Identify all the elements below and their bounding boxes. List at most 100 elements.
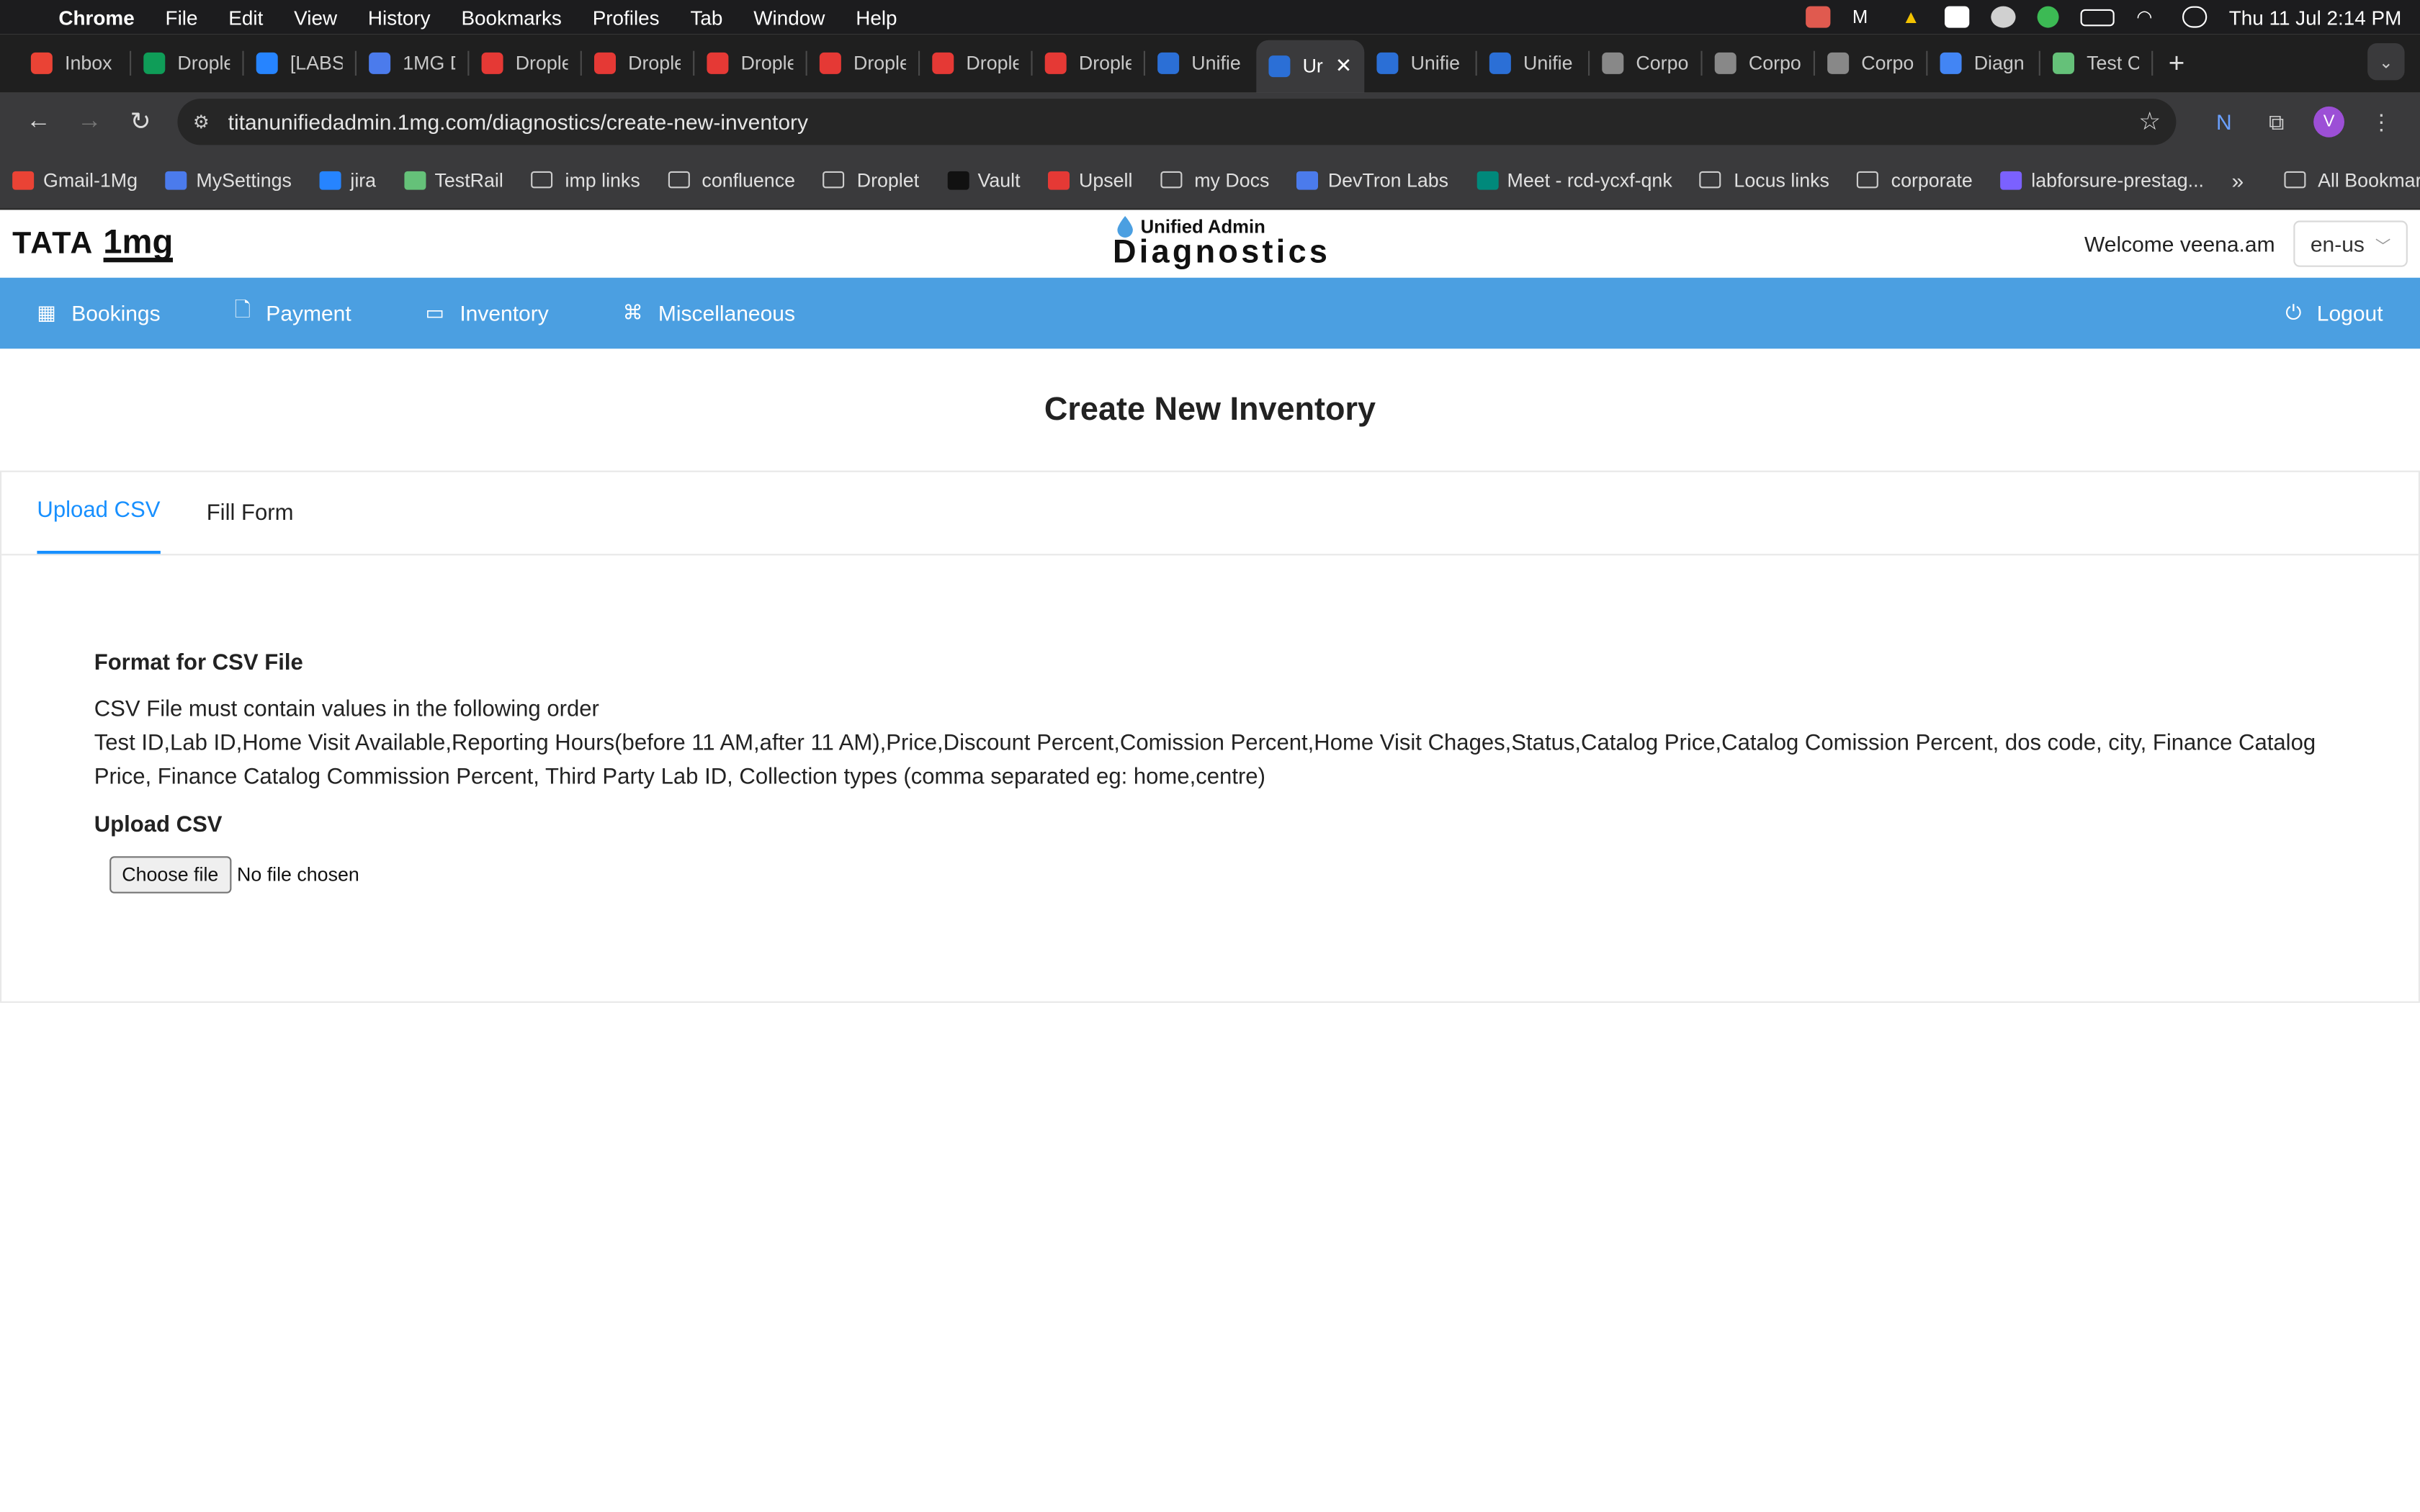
menu-edit[interactable]: Edit — [228, 6, 263, 29]
menu-history[interactable]: History — [368, 6, 431, 29]
menu-view[interactable]: View — [294, 6, 337, 29]
bookmark-folder[interactable]: my Docs — [1160, 169, 1269, 191]
wifi-icon[interactable]: ◠ — [2136, 6, 2161, 28]
browser-tab[interactable]: Unifie — [1145, 40, 1256, 86]
language-select[interactable]: en-us ﹀ — [2293, 220, 2408, 267]
browser-tab[interactable]: Corpo — [1815, 40, 1926, 86]
new-tab-button[interactable]: + — [2169, 47, 2185, 79]
bookmark-star-icon[interactable]: ☆ — [2138, 107, 2161, 138]
inventory-icon: ▭ — [425, 300, 444, 324]
w-tray-icon[interactable] — [1945, 6, 1970, 28]
browser-tab[interactable]: Unifie — [1477, 40, 1588, 86]
menu-bookmarks[interactable]: Bookmarks — [461, 6, 561, 29]
bookmark-link[interactable]: labforsure-prestag... — [2000, 169, 2204, 191]
format-intro: CSV File must contain values in the foll… — [94, 697, 599, 722]
file-input[interactable]: Choose file No file chosen — [94, 856, 2326, 894]
address-bar[interactable]: ⚙ titanunifiedadmin.1mg.com/diagnostics/… — [177, 99, 2177, 145]
all-bookmarks-folder[interactable]: All Bookmarks — [2283, 169, 2420, 191]
browser-tab[interactable]: Diagn — [1927, 40, 2038, 86]
browser-tab[interactable]: Ur ✕ — [1256, 40, 1365, 93]
browser-tab[interactable]: Unifie — [1364, 40, 1475, 86]
browser-tab[interactable]: Corpo — [1703, 40, 1814, 86]
browser-tab[interactable]: Drople — [807, 40, 918, 86]
tata-1mg-logo[interactable]: TATA 1mg — [12, 224, 174, 262]
corp-icon — [1602, 52, 1624, 74]
browser-tab[interactable]: Drople — [469, 40, 580, 86]
tab-search-chevron-icon[interactable]: ⌄ — [2367, 43, 2405, 81]
nav-bookings[interactable]: ▦ Bookings — [37, 301, 160, 325]
bookmark-folder[interactable]: corporate — [1857, 169, 1973, 191]
app-header: TATA 1mg Unified Admin Diagnostics Welco… — [0, 210, 2420, 277]
warning-tray-icon[interactable]: ▲ — [1902, 6, 1924, 28]
nav-logout[interactable]: ⏻ Logout — [2285, 301, 2383, 325]
tab-fill-form[interactable]: Fill Form — [207, 501, 294, 554]
menubar-datetime[interactable]: Thu 11 Jul 2:14 PM — [2229, 6, 2401, 29]
browser-tab[interactable]: Drople — [1033, 40, 1144, 86]
bookmark-link[interactable]: Upsell — [1048, 169, 1132, 191]
bookmark-label: Upsell — [1079, 168, 1133, 191]
bookmark-link[interactable]: Meet - rcd-ycxf-qnk — [1476, 169, 1672, 191]
bookmark-link[interactable]: Vault — [946, 169, 1021, 191]
ua-icon — [1376, 52, 1399, 74]
menu-help[interactable]: Help — [856, 6, 897, 29]
bookmark-link[interactable]: DevTron Labs — [1296, 169, 1448, 191]
bookmark-folder[interactable]: Locus links — [1700, 169, 1829, 191]
menu-window[interactable]: Window — [753, 6, 825, 29]
chrome-menu-icon[interactable]: ⋮ — [2358, 99, 2404, 145]
close-tab-icon[interactable]: ✕ — [1335, 54, 1352, 78]
menu-file[interactable]: File — [166, 6, 198, 29]
profile-avatar: V — [2313, 106, 2344, 138]
reload-icon[interactable]: ↻ — [117, 99, 163, 145]
choose-file-button[interactable]: Choose file — [109, 856, 231, 894]
control-center-icon[interactable] — [2182, 6, 2208, 28]
droplet-icon — [594, 52, 616, 74]
profile-avatar-button[interactable]: V — [2305, 99, 2352, 145]
nav-inventory[interactable]: ▭ Inventory — [426, 301, 549, 325]
browser-toolbar: ← → ↻ ⚙ titanunifiedadmin.1mg.com/diagno… — [0, 92, 2420, 151]
welcome-text: Welcome veena.am — [2084, 231, 2275, 256]
bookmark-link[interactable]: Gmail-1Mg — [12, 169, 138, 191]
browser-tab[interactable]: Drople — [694, 40, 805, 86]
tab-upload-csv[interactable]: Upload CSV — [37, 498, 161, 554]
browser-tab[interactable]: Corpo — [1590, 40, 1700, 86]
jira-icon — [256, 52, 278, 74]
tab-label: Unifie — [1523, 52, 1573, 74]
elephant-tray-icon[interactable] — [1991, 6, 2017, 28]
back-arrow-icon[interactable]: ← — [15, 99, 61, 145]
forward-arrow-icon[interactable]: → — [66, 99, 112, 145]
menu-app-name[interactable]: Chrome — [58, 6, 134, 29]
url-text[interactable]: titanunifiedadmin.1mg.com/diagnostics/cr… — [228, 109, 2139, 134]
calendar-tray-icon[interactable] — [1806, 6, 1831, 28]
bookmark-folder[interactable]: Droplet — [823, 169, 919, 191]
nav-miscellaneous[interactable]: ⌘ Miscellaneous — [623, 301, 795, 325]
menu-tab[interactable]: Tab — [690, 6, 722, 29]
browser-tab[interactable]: Drople — [582, 40, 693, 86]
browser-tab[interactable]: Drople — [920, 40, 1031, 86]
more-bookmarks-icon[interactable]: » — [2232, 168, 2244, 192]
browser-tab[interactable]: 1MG D — [357, 40, 467, 86]
nav-payment[interactable]: 🗋 Payment — [234, 296, 351, 330]
bookmark-link[interactable]: MySettings — [165, 169, 292, 191]
nav-payment-label: Payment — [266, 300, 351, 326]
bookmark-folder[interactable]: confluence — [668, 169, 795, 191]
tab-label: [LABS — [290, 52, 343, 74]
bookmark-folder[interactable]: imp links — [531, 169, 640, 191]
site-settings-icon[interactable]: ⚙ — [193, 111, 210, 132]
browser-tab[interactable]: [LABS — [244, 40, 355, 86]
tab-label: Drople — [628, 52, 681, 74]
corp-icon — [1714, 52, 1736, 74]
bookmark-label: jira — [350, 168, 377, 191]
browser-tab[interactable]: Inbox — [19, 40, 130, 86]
tab-label: 1MG D — [403, 52, 455, 74]
menubar-tray: M ▲ ◠ Thu 11 Jul 2:14 PM — [1806, 6, 2401, 29]
bookmark-link[interactable]: TestRail — [403, 169, 503, 191]
browser-tab[interactable]: Drople — [131, 40, 242, 86]
grammarly-tray-icon[interactable] — [2038, 6, 2060, 28]
extension-n-icon[interactable]: N — [2201, 99, 2247, 145]
m-tray-icon[interactable]: M — [1852, 6, 1881, 28]
menu-profiles[interactable]: Profiles — [593, 6, 660, 29]
extensions-puzzle-icon[interactable]: ⧉ — [2254, 99, 2300, 145]
bookmark-link[interactable]: jira — [319, 168, 377, 191]
browser-tab[interactable]: Test C — [2040, 40, 2151, 86]
battery-icon[interactable] — [2081, 8, 2115, 26]
